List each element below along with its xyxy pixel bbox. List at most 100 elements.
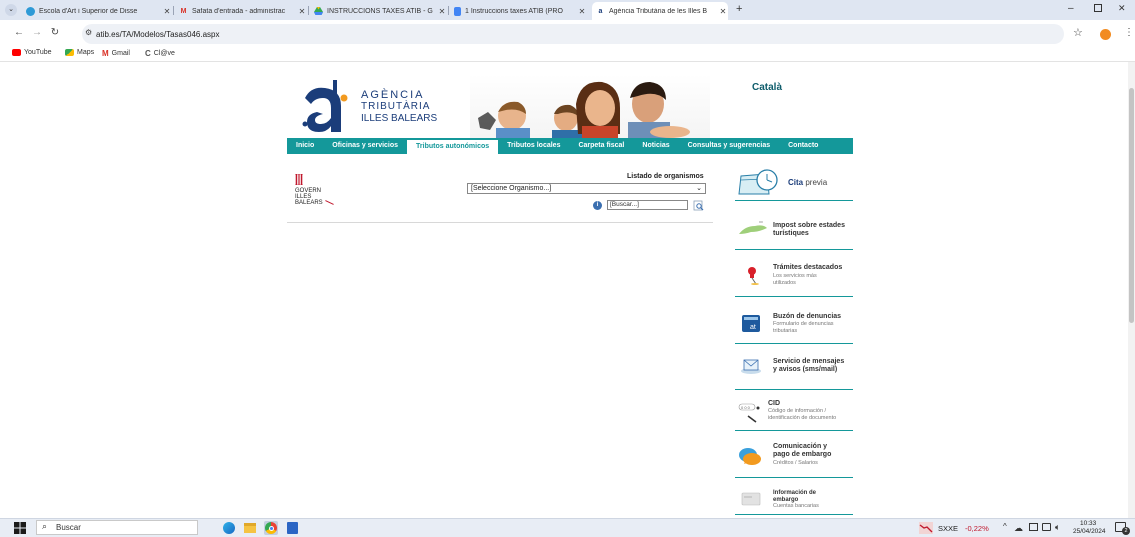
- sidebar-item-cid[interactable]: CID: [768, 400, 780, 408]
- tab-docs[interactable]: 1 Instruccions taxes ATIB (PRO ✕: [450, 2, 587, 20]
- govern-crest-icon: [295, 174, 303, 185]
- logo-line-3: ILLES BALEARS: [361, 113, 438, 124]
- page-scrollbar-thumb[interactable]: [1129, 88, 1134, 323]
- calendar-clock-icon: [738, 169, 778, 195]
- tray-overflow-icon[interactable]: ^: [1003, 522, 1007, 531]
- bookmark-youtube[interactable]: YouTube: [12, 49, 52, 56]
- search-icon: ⌕: [42, 521, 48, 531]
- bookmark-gmail[interactable]: M Gmail: [102, 49, 130, 58]
- profile-avatar[interactable]: [1100, 29, 1111, 40]
- bookmark-clave[interactable]: C Cl@ve: [145, 49, 175, 58]
- org-list-label: Listado de organismos: [627, 173, 704, 180]
- menu-icon[interactable]: ⋮: [1124, 27, 1134, 38]
- forward-icon[interactable]: →: [30, 27, 44, 38]
- close-icon[interactable]: ✕: [718, 7, 728, 16]
- logo-line-2: TRIBUTÀRIA: [361, 101, 431, 112]
- stock-ticker-name[interactable]: SXXE: [938, 524, 958, 533]
- atib-logo-icon: [302, 80, 348, 132]
- sidebar-item-buzon[interactable]: Buzón de denuncias: [773, 313, 841, 321]
- content-divider: [287, 222, 713, 223]
- clock-time[interactable]: 10:33: [1080, 520, 1096, 527]
- network-icon[interactable]: [1029, 523, 1038, 531]
- close-icon[interactable]: ✕: [437, 7, 447, 16]
- minimize-button[interactable]: –: [1068, 3, 1074, 14]
- nav-consultas[interactable]: Consultas y sugerencias: [679, 138, 779, 154]
- gmail-icon: M: [180, 7, 187, 15]
- envelope-icon: [741, 359, 761, 374]
- clave-icon: C: [145, 49, 151, 58]
- sidebar-item-comunicacion[interactable]: Comunicación y pago de embargo: [773, 443, 845, 459]
- school-icon: [26, 6, 35, 16]
- sidebar-item-impost[interactable]: Impost sobre estades turístiques: [773, 222, 845, 238]
- close-icon[interactable]: ✕: [162, 7, 172, 16]
- nav-noticias[interactable]: Noticias: [633, 138, 678, 154]
- volume-icon[interactable]: 🔈︎: [1055, 522, 1060, 533]
- svg-text:0 0 0: 0 0 0: [741, 405, 751, 410]
- word-taskbar-icon[interactable]: [287, 522, 298, 534]
- nav-tributos-autonomicos[interactable]: Tributos autonómicos: [407, 138, 499, 154]
- sidebar-sub-cid: Código de información / identificación d…: [768, 408, 837, 421]
- site-info-icon[interactable]: ⚙: [85, 28, 92, 37]
- tab-escola[interactable]: Escola d'Art i Superior de Disse ✕: [22, 2, 172, 20]
- youtube-icon: [12, 49, 21, 56]
- chevron-down-icon: ⌄: [696, 185, 702, 192]
- sidebar-item-informacion[interactable]: Información de embargo: [773, 490, 833, 503]
- maps-icon: [65, 49, 74, 56]
- nav-tributos-locales[interactable]: Tributos locales: [498, 138, 569, 154]
- stock-change: -0,22%: [965, 524, 989, 533]
- tab-drive[interactable]: INSTRUCCIONS TAXES ATIB - G ✕: [310, 2, 447, 20]
- tab-gmail[interactable]: M Safata d'entrada - administrac ✕: [175, 2, 307, 20]
- bookmark-star-icon[interactable]: ☆: [1073, 26, 1083, 39]
- card-icon: [741, 492, 761, 506]
- maximize-button[interactable]: [1094, 4, 1102, 12]
- display-icon[interactable]: [1042, 523, 1051, 531]
- govern-line-3: BALEARS: [295, 200, 323, 206]
- file-explorer-icon[interactable]: [244, 523, 256, 533]
- tab-search-button[interactable]: ⌄: [5, 4, 17, 16]
- chrome-taskbar-icon[interactable]: [264, 521, 278, 535]
- docs-icon: [454, 6, 461, 16]
- stock-ticker-icon: [919, 522, 933, 534]
- svg-text:at: at: [750, 324, 756, 331]
- nav-inicio[interactable]: Inicio: [287, 138, 323, 154]
- drive-icon: [314, 7, 323, 16]
- main-nav: Inicio Oficinas y servicios Tributos aut…: [287, 138, 853, 154]
- tab-strip: ⌄ Escola d'Art i Superior de Disse ✕ M S…: [0, 0, 1135, 20]
- chat-bubbles-icon: [739, 448, 761, 465]
- back-icon[interactable]: ←: [12, 27, 26, 38]
- cloud-icon[interactable]: ☁: [1014, 523, 1023, 534]
- search-go-icon[interactable]: [693, 200, 704, 211]
- clock-date[interactable]: 25/04/2024: [1073, 528, 1106, 535]
- bookmark-maps[interactable]: Maps: [65, 49, 94, 56]
- map-icon: [739, 221, 767, 234]
- sidebar-item-mensajes[interactable]: Servicio de mensajes y avisos (sms/mail): [773, 358, 848, 374]
- gmail-icon: M: [102, 49, 109, 58]
- new-tab-button[interactable]: +: [736, 3, 742, 15]
- org-select[interactable]: [Seleccione Organismo...] ⌄: [467, 183, 706, 194]
- url-text[interactable]: atib.es/TA/Modelos/Tasas046.aspx: [96, 30, 219, 39]
- reload-icon[interactable]: ↻: [48, 27, 62, 38]
- close-icon[interactable]: ✕: [577, 7, 587, 16]
- sidebar-item-tramites[interactable]: Trámites destacados: [773, 264, 842, 272]
- sidebar-sub-buzon: Formulario de denuncias tributarias: [773, 321, 834, 334]
- info-icon[interactable]: i: [593, 201, 602, 210]
- nav-carpeta-fiscal[interactable]: Carpeta fiscal: [569, 138, 633, 154]
- notification-count: 2: [1122, 527, 1130, 535]
- windows-start-icon[interactable]: [14, 522, 26, 534]
- address-bar[interactable]: [82, 24, 1064, 44]
- family-banner-image: [470, 74, 710, 138]
- search-input[interactable]: [Buscar...]: [607, 200, 688, 210]
- edge-taskbar-icon[interactable]: [223, 522, 235, 534]
- tab-atib[interactable]: a Agència Tributària de les Illes B ✕: [592, 2, 728, 20]
- close-icon[interactable]: ✕: [297, 7, 307, 16]
- language-link-catala[interactable]: Català: [752, 82, 782, 93]
- nav-contacto[interactable]: Contacto: [779, 138, 827, 154]
- sidebar-sub-comunicacion: Créditos / Salarios: [773, 460, 818, 466]
- atib-icon: a: [598, 7, 603, 15]
- cita-previa-link[interactable]: Cita previa: [788, 178, 827, 187]
- close-window-button[interactable]: ✕: [1118, 3, 1126, 14]
- nav-oficinas[interactable]: Oficinas y servicios: [323, 138, 407, 154]
- pushpin-icon: [748, 267, 759, 285]
- sidebar-sub-tramites: Los servicios más utilizados: [773, 273, 817, 286]
- taskbar-search-label: Buscar: [56, 523, 81, 532]
